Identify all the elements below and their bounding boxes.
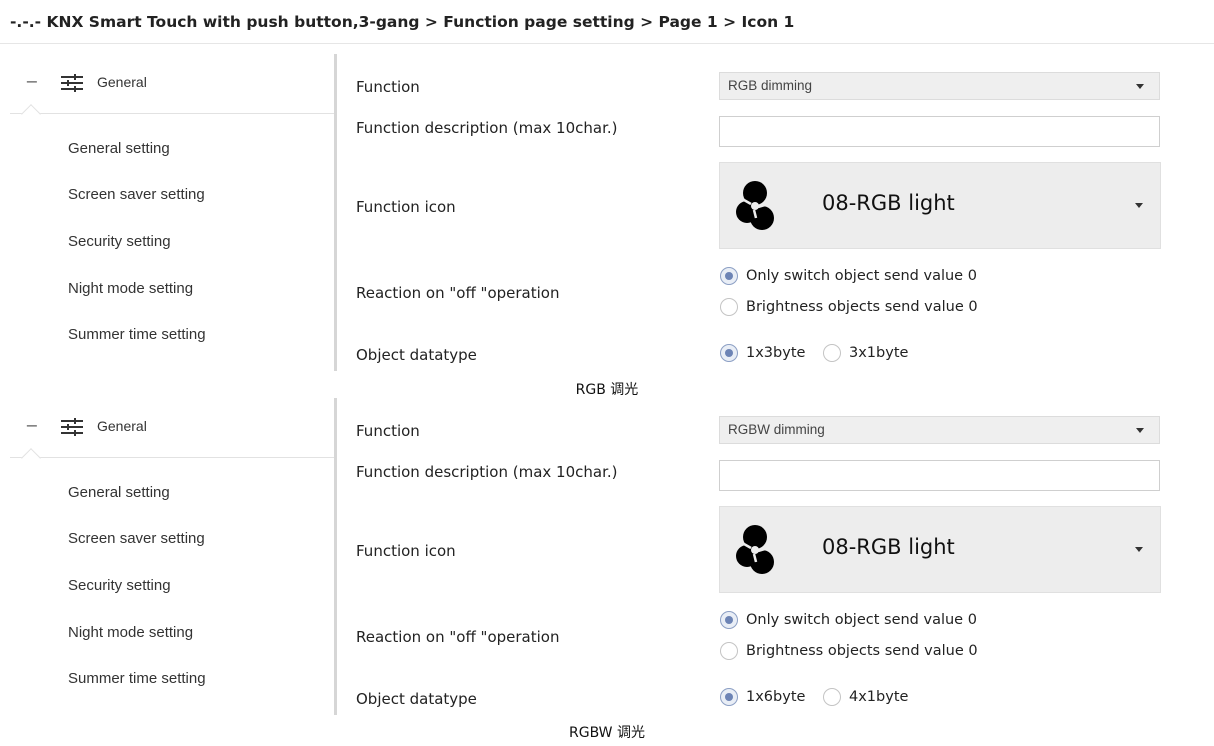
description-label: Function description (max 10char.) xyxy=(356,463,618,481)
description-input[interactable] xyxy=(719,460,1160,491)
function-icon-label: Function icon xyxy=(356,198,456,216)
sidebar-item-summer-time-setting[interactable]: Summer time setting xyxy=(68,325,206,345)
sidebar-item-general-setting[interactable]: General setting xyxy=(68,139,170,159)
radio-unselected-icon[interactable] xyxy=(720,642,738,660)
caption-rgb: RGB 调光 xyxy=(575,382,639,398)
object-datatype-label: Object datatype xyxy=(356,346,477,364)
parameter-panel-rgb: − General General setting Screen saver s… xyxy=(0,54,1214,381)
radio-label: 4x1byte xyxy=(849,689,909,705)
radio-label: Brightness objects send value 0 xyxy=(746,643,978,659)
description-label: Function description (max 10char.) xyxy=(356,119,618,137)
caption-rgbw: RGBW 调光 xyxy=(569,725,645,741)
sidebar: − General General setting Screen saver s… xyxy=(10,54,337,371)
function-icon-label: Function icon xyxy=(356,542,456,560)
parameter-panel-rgbw: − General General setting Screen saver s… xyxy=(0,398,1214,725)
radio-label: Brightness objects send value 0 xyxy=(746,299,978,315)
radio-unselected-icon[interactable] xyxy=(823,688,841,706)
radio-selected-icon[interactable] xyxy=(720,611,738,629)
radio-label: Only switch object send value 0 xyxy=(746,612,977,628)
sidebar-item-night-mode-setting[interactable]: Night mode setting xyxy=(68,279,193,299)
reaction-off-label: Reaction on "off "operation xyxy=(356,628,560,646)
sidebar-item-security-setting[interactable]: Security setting xyxy=(68,576,171,596)
function-label: Function xyxy=(356,422,420,440)
function-select-value: RGB dimming xyxy=(728,78,813,93)
sidebar-item-night-mode-setting[interactable]: Night mode setting xyxy=(68,623,193,643)
rgb-light-icon xyxy=(736,525,774,574)
function-icon-value: 08-RGB light xyxy=(822,191,955,215)
object-datatype-label: Object datatype xyxy=(356,690,477,708)
datatype-option-2[interactable]: 4x1byte xyxy=(823,687,908,707)
radio-selected-icon[interactable] xyxy=(720,267,738,285)
sliders-icon xyxy=(61,74,83,92)
chevron-down-icon xyxy=(1136,428,1144,433)
parameter-area: Function RGB dimming Function descriptio… xyxy=(340,54,1214,381)
selection-notch xyxy=(21,104,41,124)
collapse-icon[interactable]: − xyxy=(24,416,40,436)
datatype-option-1[interactable]: 1x6byte xyxy=(720,687,805,707)
chevron-down-icon xyxy=(1135,547,1143,552)
reaction-off-label: Reaction on "off "operation xyxy=(356,284,560,302)
sidebar-item-screen-saver-setting[interactable]: Screen saver setting xyxy=(68,185,205,205)
function-icon-select[interactable]: 08-RGB light xyxy=(719,162,1161,249)
radio-unselected-icon[interactable] xyxy=(720,298,738,316)
chevron-down-icon xyxy=(1135,203,1143,208)
sidebar-item-summer-time-setting[interactable]: Summer time setting xyxy=(68,669,206,689)
radio-label: 1x6byte xyxy=(746,689,806,705)
datatype-option-1[interactable]: 1x3byte xyxy=(720,343,805,363)
radio-selected-icon[interactable] xyxy=(720,344,738,362)
sidebar-group-general[interactable]: − General xyxy=(10,54,334,124)
selection-notch xyxy=(21,448,41,468)
function-label: Function xyxy=(356,78,420,96)
radio-label: 3x1byte xyxy=(849,345,909,361)
reaction-option-brightness[interactable]: Brightness objects send value 0 xyxy=(720,297,978,317)
reaction-option-switch[interactable]: Only switch object send value 0 xyxy=(720,266,977,286)
sidebar-group-general[interactable]: − General xyxy=(10,398,334,468)
function-icon-select[interactable]: 08-RGB light xyxy=(719,506,1161,593)
reaction-option-switch[interactable]: Only switch object send value 0 xyxy=(720,610,977,630)
sidebar-group-label: General xyxy=(97,418,147,434)
sidebar-item-general-setting[interactable]: General setting xyxy=(68,483,170,503)
sliders-icon xyxy=(61,418,83,436)
chevron-down-icon xyxy=(1136,84,1144,89)
function-icon-value: 08-RGB light xyxy=(822,535,955,559)
description-input[interactable] xyxy=(719,116,1160,147)
rgb-light-icon xyxy=(736,181,774,230)
datatype-option-2[interactable]: 3x1byte xyxy=(823,343,908,363)
radio-selected-icon[interactable] xyxy=(720,688,738,706)
radio-label: Only switch object send value 0 xyxy=(746,268,977,284)
function-select-value: RGBW dimming xyxy=(728,422,825,437)
breadcrumb-title: -.-.- KNX Smart Touch with push button,3… xyxy=(0,0,1214,44)
radio-unselected-icon[interactable] xyxy=(823,344,841,362)
parameter-area: Function RGBW dimming Function descripti… xyxy=(340,398,1214,725)
radio-label: 1x3byte xyxy=(746,345,806,361)
sidebar-item-security-setting[interactable]: Security setting xyxy=(68,232,171,252)
reaction-option-brightness[interactable]: Brightness objects send value 0 xyxy=(720,641,978,661)
function-select[interactable]: RGB dimming xyxy=(719,72,1160,100)
function-select[interactable]: RGBW dimming xyxy=(719,416,1160,444)
sidebar-group-label: General xyxy=(97,74,147,90)
sidebar: − General General setting Screen saver s… xyxy=(10,398,337,715)
sidebar-item-screen-saver-setting[interactable]: Screen saver setting xyxy=(68,529,205,549)
collapse-icon[interactable]: − xyxy=(24,72,40,92)
